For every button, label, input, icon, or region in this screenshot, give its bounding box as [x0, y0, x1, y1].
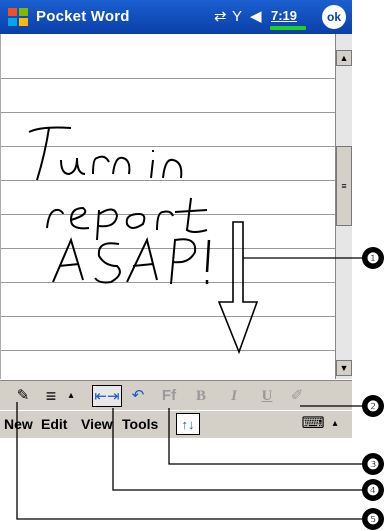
callout-4: ❹	[362, 479, 384, 501]
callout-lines	[16, 257, 366, 520]
callout-1: ❶	[362, 247, 384, 269]
callout-2: ❷	[362, 395, 384, 417]
callout-5: ❺	[362, 508, 384, 530]
callout-3: ❸	[362, 453, 384, 475]
